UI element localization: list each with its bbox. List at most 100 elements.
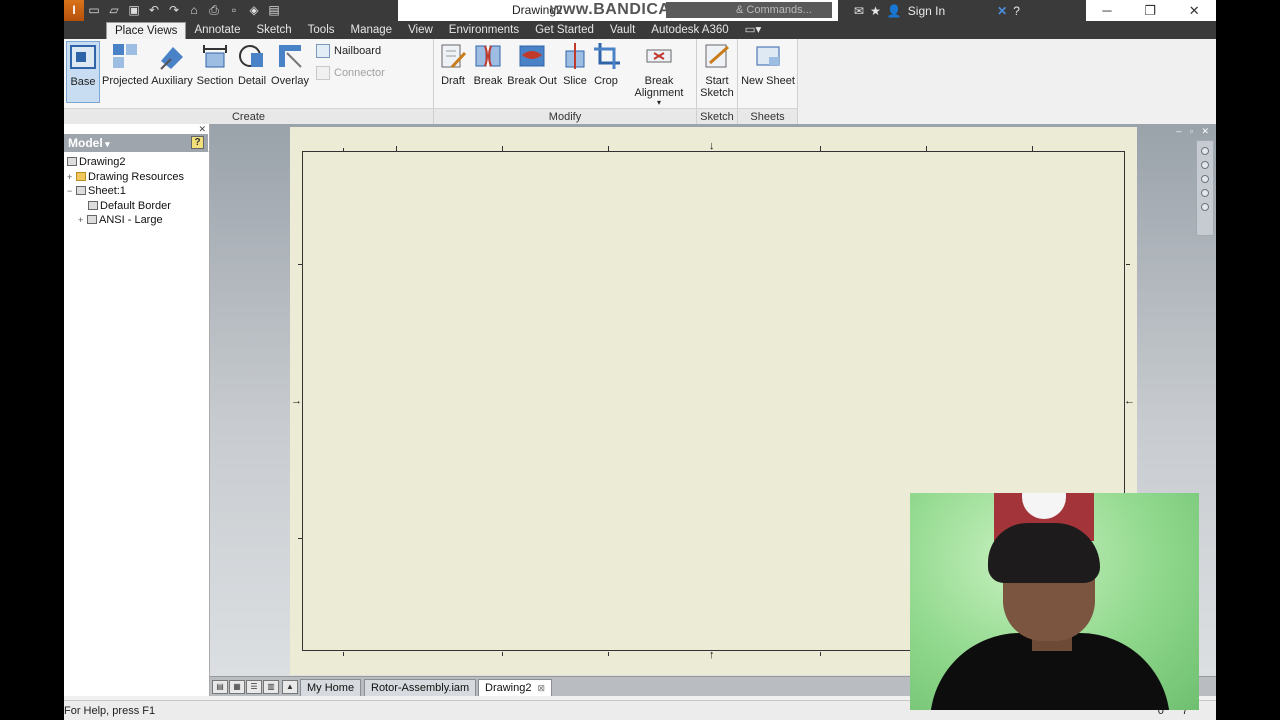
browser-title-bar[interactable]: Model ▾ ? [64, 134, 208, 152]
center-mark-top-icon: ↓ [709, 140, 715, 152]
tree-label: Sheet:1 [88, 185, 126, 197]
doc-tab-my-home[interactable]: My Home [300, 679, 362, 696]
nailboard-icon [316, 44, 330, 58]
steering-wheel-icon[interactable] [1201, 147, 1209, 155]
close-icon[interactable]: ✕ [1189, 3, 1200, 19]
redo-icon[interactable]: ↷ [164, 0, 184, 21]
auxiliary-button[interactable]: Auxiliary [150, 41, 194, 87]
open-icon[interactable]: ▱ [104, 0, 124, 21]
communication-icon[interactable]: ✉ [854, 4, 864, 18]
arrange-horizontal-icon[interactable]: ☰ [246, 680, 262, 694]
titleblock-icon [87, 215, 97, 224]
tree-label: Default Border [100, 199, 171, 212]
help-search-input[interactable]: & Commands... [666, 2, 832, 18]
save-icon[interactable]: ▣ [124, 0, 144, 21]
help-icon[interactable]: ? [1013, 4, 1020, 18]
new-sheet-icon [756, 46, 780, 66]
sign-in-link[interactable]: Sign In [908, 4, 945, 18]
base-button[interactable]: Base [66, 41, 100, 103]
browser-help-icon[interactable]: ? [191, 136, 204, 149]
model-browser: ✕ Model ▾ ? Drawing2 + Drawing Resources … [64, 124, 210, 696]
overlay-label: Overlay [271, 75, 309, 87]
tree-node-drawing-resources[interactable]: + Drawing Resources [64, 170, 209, 185]
break-alignment-dropdown-icon[interactable]: ▾ [624, 99, 694, 107]
navigation-bar[interactable] [1196, 140, 1214, 236]
minimize-icon[interactable]: ─ [1102, 3, 1111, 18]
orbit-icon[interactable] [1201, 203, 1209, 211]
ribbon: Base Projected Auxiliary Section Detail … [64, 39, 798, 124]
break-icon [475, 45, 501, 67]
detail-view-icon [239, 45, 263, 67]
tab-environments[interactable]: Environments [441, 22, 527, 39]
connector-button[interactable]: Connector [314, 64, 385, 82]
app-menu-button[interactable]: I [64, 0, 84, 21]
update-icon[interactable]: ▤ [264, 0, 284, 21]
tab-tools[interactable]: Tools [300, 22, 343, 39]
doc-tab-drawing2[interactable]: Drawing2 ⊠ [478, 679, 553, 696]
tab-manage[interactable]: Manage [343, 22, 401, 39]
break-out-button[interactable]: Break Out [506, 41, 558, 87]
measure-icon[interactable]: ▫ [224, 0, 244, 21]
tree-node-drawing[interactable]: Drawing2 [64, 155, 209, 170]
panel-modify-label: Modify [434, 108, 696, 124]
break-button[interactable]: Break [472, 41, 504, 87]
tab-get-started[interactable]: Get Started [527, 22, 602, 39]
tree-node-sheet[interactable]: − Sheet:1 [64, 184, 209, 199]
doc-tab-label: Drawing2 [485, 682, 532, 694]
expand-icon[interactable]: + [67, 170, 76, 185]
browser-header: ✕ Model ▾ ? [64, 124, 209, 152]
view-window-controls[interactable]: – ▫ ✕ [1176, 126, 1212, 137]
crop-button[interactable]: Crop [592, 41, 620, 87]
drawing-icon [67, 157, 77, 166]
favorites-icon[interactable]: ★ [870, 4, 881, 18]
print-icon[interactable]: ⎙ [204, 0, 224, 21]
start-sketch-button[interactable]: Start Sketch [699, 41, 735, 99]
restore-icon[interactable]: ❐ [1144, 3, 1156, 19]
select-icon[interactable]: ◈ [244, 0, 264, 21]
section-button[interactable]: Section [196, 41, 234, 87]
break-alignment-button[interactable]: Break Alignment ▾ [624, 41, 694, 107]
expand-icon[interactable]: + [78, 213, 87, 228]
collapse-icon[interactable]: − [67, 184, 76, 199]
tab-annotate[interactable]: Annotate [186, 22, 248, 39]
panel-sheets: New Sheet Sheets [738, 39, 798, 124]
ribbon-options-icon[interactable]: ▭▾ [737, 22, 770, 39]
draft-button[interactable]: Draft [436, 41, 470, 87]
tab-autodesk-a360[interactable]: Autodesk A360 [643, 22, 736, 39]
user-icon[interactable]: 👤 [887, 4, 902, 18]
title-right-tools: ✉ ★ 👤 Sign In ✕ ? [838, 0, 1020, 21]
tab-menu-icon[interactable]: ▲ [282, 680, 298, 694]
new-icon[interactable]: ▭ [84, 0, 104, 21]
zoom-icon[interactable] [1201, 175, 1209, 183]
cascade-icon[interactable]: ▤ [212, 680, 228, 694]
border-tick [820, 146, 821, 151]
tab-close-icon[interactable]: ⊠ [537, 683, 545, 693]
pan-icon[interactable] [1201, 161, 1209, 169]
tree-node-default-border[interactable]: Default Border [64, 199, 209, 214]
panel-sheets-label: Sheets [738, 108, 797, 124]
overlay-button[interactable]: Overlay [270, 41, 310, 87]
tile-icon[interactable]: ▦ [229, 680, 245, 694]
tab-view[interactable]: View [400, 22, 441, 39]
connector-label: Connector [334, 67, 385, 79]
tab-place-views[interactable]: Place Views [106, 22, 187, 39]
slice-button[interactable]: Slice [560, 41, 590, 87]
break-alignment-icon [646, 49, 672, 63]
home-icon[interactable]: ⌂ [184, 0, 204, 21]
start-sketch-label-1: Start [705, 75, 729, 87]
doc-tab-rotor-assembly[interactable]: Rotor-Assembly.iam [364, 679, 477, 696]
tab-sketch[interactable]: Sketch [248, 22, 299, 39]
panel-sketch: Start Sketch Sketch [697, 39, 738, 124]
zoom-all-icon[interactable] [1201, 189, 1209, 197]
tree-node-title-block[interactable]: + ANSI - Large [64, 213, 209, 228]
panel-create-label: Create [64, 108, 433, 124]
arrange-vertical-icon[interactable]: ▥ [263, 680, 279, 694]
border-tick [396, 146, 397, 151]
exchange-icon[interactable]: ✕ [997, 4, 1007, 18]
nailboard-button[interactable]: Nailboard [314, 42, 381, 60]
new-sheet-button[interactable]: New Sheet [740, 41, 796, 87]
projected-button[interactable]: Projected [102, 41, 148, 87]
tab-vault[interactable]: Vault [602, 22, 643, 39]
undo-icon[interactable]: ↶ [144, 0, 164, 21]
detail-button[interactable]: Detail [236, 41, 268, 87]
